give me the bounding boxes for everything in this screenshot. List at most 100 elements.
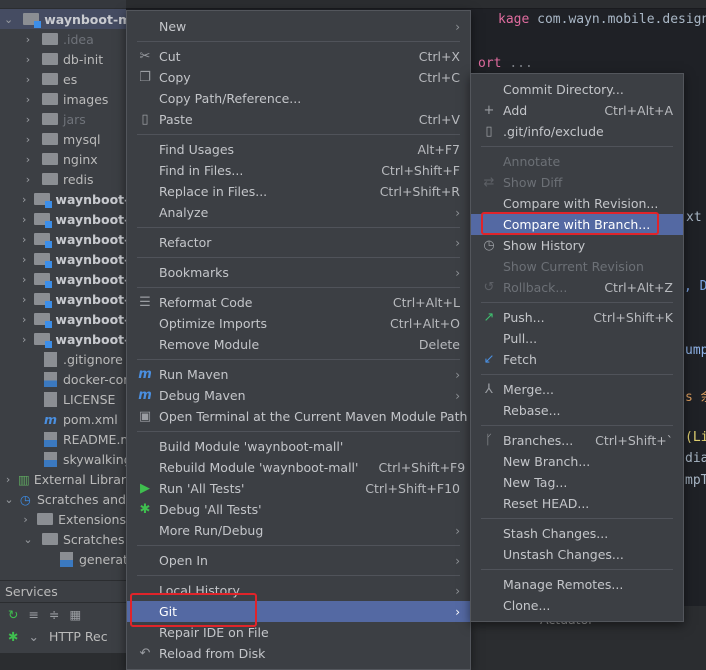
- menu-item-repair-ide-on-file[interactable]: Repair IDE on File: [127, 622, 470, 643]
- tree-item[interactable]: › waynboot-: [0, 289, 126, 309]
- chevron-right-icon[interactable]: ›: [22, 213, 26, 226]
- chevron-right-icon[interactable]: ›: [22, 33, 34, 46]
- menu-item-rebuild-module-waynboot-mall[interactable]: Rebuild Module 'waynboot-mall' Ctrl+Shift…: [127, 457, 470, 478]
- menu-item-run-all-tests[interactable]: ▶ Run 'All Tests' Ctrl+Shift+F10: [127, 478, 470, 499]
- menu-item-reload-from-disk[interactable]: ↶ Reload from Disk: [127, 643, 470, 664]
- tree-item[interactable]: › waynboot-: [0, 309, 126, 329]
- tree-file[interactable]: m pom.xml: [0, 409, 126, 429]
- menu-item-pull[interactable]: Pull...: [471, 328, 683, 349]
- services-row[interactable]: ✱ ⌄ HTTP Rec: [0, 625, 126, 647]
- tree-file[interactable]: .gitignore: [0, 349, 126, 369]
- tree-item[interactable]: › mysql: [0, 129, 126, 149]
- menu-item-new[interactable]: New ›: [127, 16, 470, 37]
- tree-item[interactable]: › waynboot-: [0, 229, 126, 249]
- menu-item-cut[interactable]: ✂ Cut Ctrl+X: [127, 46, 470, 67]
- tree-scratch-file[interactable]: generat: [0, 549, 126, 569]
- chevron-right-icon[interactable]: ›: [22, 233, 26, 246]
- tree-item[interactable]: › waynboot-: [0, 329, 126, 349]
- chevron-right-icon[interactable]: ›: [22, 73, 34, 86]
- menu-item-add[interactable]: + Add Ctrl+Alt+A: [471, 100, 683, 121]
- chevron-down-icon[interactable]: ⌄: [22, 533, 34, 546]
- menu-item-more-run-debug[interactable]: More Run/Debug ›: [127, 520, 470, 541]
- menu-item-analyze[interactable]: Analyze ›: [127, 202, 470, 223]
- tree-item[interactable]: › db-init: [0, 49, 126, 69]
- menu-item-stash-changes[interactable]: Stash Changes...: [471, 523, 683, 544]
- tree-item[interactable]: › redis: [0, 169, 126, 189]
- project-tree[interactable]: ⌄ waynboot-mall › .idea › db-init › es › images…: [0, 0, 126, 580]
- tree-file[interactable]: LICENSE: [0, 389, 126, 409]
- menu-item-reset-head[interactable]: Reset HEAD...: [471, 493, 683, 514]
- tree-item[interactable]: › es: [0, 69, 126, 89]
- tree-item[interactable]: › images: [0, 89, 126, 109]
- chevron-right-icon[interactable]: ›: [22, 133, 34, 146]
- chevron-right-icon[interactable]: ›: [4, 473, 12, 486]
- menu-item-show-history[interactable]: ◷ Show History: [471, 235, 683, 256]
- chevron-right-icon[interactable]: ›: [22, 253, 26, 266]
- chevron-right-icon[interactable]: ›: [22, 53, 34, 66]
- tree-item[interactable]: › jars: [0, 109, 126, 129]
- menu-item-show-diff[interactable]: ⇄ Show Diff: [471, 172, 683, 193]
- menu-item-refactor[interactable]: Refactor ›: [127, 232, 470, 253]
- menu-item-unstash-changes[interactable]: Unstash Changes...: [471, 544, 683, 565]
- menu-item-find-in-files[interactable]: Find in Files... Ctrl+Shift+F: [127, 160, 470, 181]
- tree-root[interactable]: ⌄ waynboot-mall: [0, 9, 126, 29]
- menu-item-fetch[interactable]: ↙ Fetch: [471, 349, 683, 370]
- chevron-right-icon[interactable]: ›: [22, 93, 34, 106]
- menu-item-build-module-waynboot-mall[interactable]: Build Module 'waynboot-mall': [127, 436, 470, 457]
- tree-item[interactable]: › .idea: [0, 29, 126, 49]
- menu-item-new-tag[interactable]: New Tag...: [471, 472, 683, 493]
- menu-item-reformat-code[interactable]: ☰ Reformat Code Ctrl+Alt+L: [127, 292, 470, 313]
- menu-item-git[interactable]: Git ›: [127, 601, 470, 622]
- menu-item-optimize-imports[interactable]: Optimize Imports Ctrl+Alt+O: [127, 313, 470, 334]
- menu-item-remove-module[interactable]: Remove Module Delete: [127, 334, 470, 355]
- tree-file[interactable]: README.m: [0, 429, 126, 449]
- chevron-right-icon[interactable]: ›: [22, 293, 26, 306]
- chevron-right-icon[interactable]: ›: [22, 513, 29, 526]
- tree-item[interactable]: › waynboot-: [0, 269, 126, 289]
- menu-item-debug-maven[interactable]: m Debug Maven ›: [127, 385, 470, 406]
- group-icon[interactable]: ▦: [69, 607, 81, 622]
- chevron-right-icon[interactable]: ›: [22, 193, 26, 206]
- menu-item-push[interactable]: ↗ Push... Ctrl+Shift+K: [471, 307, 683, 328]
- menu-item-new-branch[interactable]: New Branch...: [471, 451, 683, 472]
- menu-item-run-maven[interactable]: m Run Maven ›: [127, 364, 470, 385]
- menu-item-annotate[interactable]: Annotate: [471, 151, 683, 172]
- menu-item-rollback[interactable]: ↺ Rollback... Ctrl+Alt+Z: [471, 277, 683, 298]
- chevron-right-icon[interactable]: ›: [22, 333, 26, 346]
- chevron-right-icon[interactable]: ›: [22, 273, 26, 286]
- tree-scratches[interactable]: ⌄ ◷ Scratches and: [0, 489, 126, 509]
- menu-item-manage-remotes[interactable]: Manage Remotes...: [471, 574, 683, 595]
- chevron-right-icon[interactable]: ›: [22, 173, 34, 186]
- menu-item-open-in[interactable]: Open In ›: [127, 550, 470, 571]
- rerun-icon[interactable]: ↻: [8, 607, 18, 622]
- menu-item-find-usages[interactable]: Find Usages Alt+F7: [127, 139, 470, 160]
- tree-item[interactable]: › waynboot-: [0, 249, 126, 269]
- tree-item[interactable]: › waynboot-: [0, 189, 126, 209]
- menu-item-compare-with-branch[interactable]: Compare with Branch...: [471, 214, 683, 235]
- chevron-right-icon[interactable]: ›: [22, 113, 34, 126]
- menu-item-rebase[interactable]: Rebase...: [471, 400, 683, 421]
- menu-item-copy-path-reference[interactable]: Copy Path/Reference...: [127, 88, 470, 109]
- tree-item[interactable]: › waynboot-: [0, 209, 126, 229]
- tree-extensions[interactable]: › Extensions: [0, 509, 126, 529]
- tree-file[interactable]: docker-cor: [0, 369, 126, 389]
- chevron-down-icon[interactable]: ⌄: [28, 629, 38, 644]
- menu-item-git-info-exclude[interactable]: ▯ .git/info/exclude: [471, 121, 683, 142]
- menu-item-branches[interactable]: ᚴ Branches... Ctrl+Shift+`: [471, 430, 683, 451]
- tree-external-libraries[interactable]: › ▥ External Librar: [0, 469, 126, 489]
- menu-item-paste[interactable]: ▯ Paste Ctrl+V: [127, 109, 470, 130]
- menu-item-open-terminal-at-the-current-maven-module-path[interactable]: ▣ Open Terminal at the Current Maven Modu…: [127, 406, 470, 427]
- menu-item-merge[interactable]: ⅄ Merge...: [471, 379, 683, 400]
- menu-item-debug-all-tests[interactable]: ✱ Debug 'All Tests': [127, 499, 470, 520]
- menu-item-clone[interactable]: Clone...: [471, 595, 683, 616]
- chevron-down-icon[interactable]: ⌄: [4, 493, 14, 506]
- menu-item-replace-in-files[interactable]: Replace in Files... Ctrl+Shift+R: [127, 181, 470, 202]
- tree-item[interactable]: › nginx: [0, 149, 126, 169]
- menu-item-bookmarks[interactable]: Bookmarks ›: [127, 262, 470, 283]
- chevron-right-icon[interactable]: ›: [22, 313, 26, 326]
- tree-scratches-folder[interactable]: ⌄ Scratches: [0, 529, 126, 549]
- debug-icon[interactable]: ✱: [8, 629, 18, 644]
- chevron-down-icon[interactable]: ⌄: [4, 13, 13, 26]
- menu-item-show-current-revision[interactable]: Show Current Revision: [471, 256, 683, 277]
- menu-item-commit-directory[interactable]: Commit Directory...: [471, 79, 683, 100]
